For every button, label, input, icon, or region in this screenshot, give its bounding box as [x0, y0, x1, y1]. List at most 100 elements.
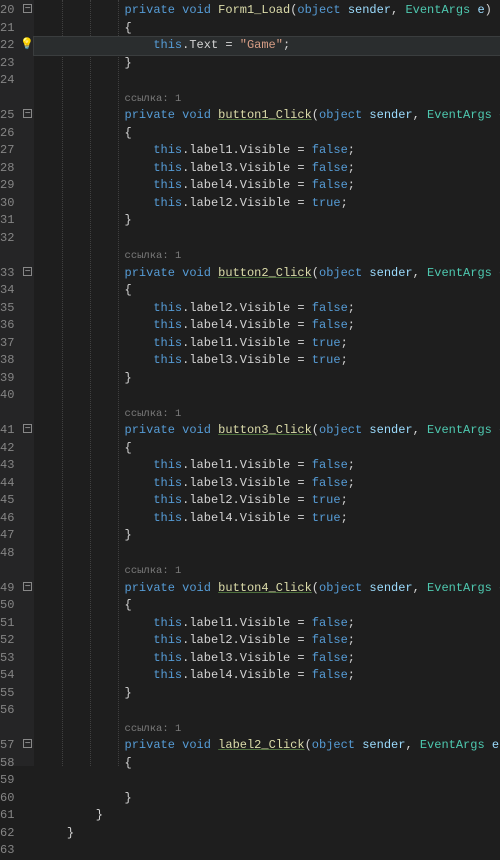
- line-number[interactable]: 32: [0, 230, 20, 248]
- line-number[interactable]: 35: [0, 300, 20, 318]
- line-number[interactable]: 53: [0, 650, 20, 668]
- line-number[interactable]: [0, 247, 20, 265]
- lightbulb-icon[interactable]: 💡: [20, 39, 34, 51]
- line-number[interactable]: 58: [0, 755, 20, 773]
- code-line[interactable]: this.label4.Visible = false;: [34, 177, 500, 195]
- codelens-line[interactable]: ссылка: 1: [34, 90, 500, 108]
- code-line[interactable]: this.label2.Visible = true;: [34, 492, 500, 510]
- fold-toggle-icon[interactable]: [23, 109, 32, 118]
- line-number[interactable]: 31: [0, 212, 20, 230]
- code-line[interactable]: private void button4_Click(object sender…: [34, 580, 500, 598]
- code-line[interactable]: this.label1.Visible = false;: [34, 142, 500, 160]
- code-line[interactable]: private void button1_Click(object sender…: [34, 107, 500, 125]
- code-line[interactable]: this.label1.Visible = false;: [34, 457, 500, 475]
- line-number[interactable]: 22: [0, 37, 20, 55]
- line-number-gutter[interactable]: 2021222324252627282930313233343536373839…: [0, 0, 20, 766]
- line-number[interactable]: 33: [0, 265, 20, 283]
- code-line[interactable]: {: [34, 20, 500, 38]
- line-number[interactable]: 36: [0, 317, 20, 335]
- code-line[interactable]: [34, 702, 500, 720]
- fold-cell[interactable]: [20, 107, 34, 125]
- code-line[interactable]: this.label4.Visible = false;: [34, 317, 500, 335]
- line-number[interactable]: 54: [0, 667, 20, 685]
- line-number[interactable]: 40: [0, 387, 20, 405]
- code-line[interactable]: [34, 842, 500, 860]
- codelens-line[interactable]: ссылка: 1: [34, 562, 500, 580]
- code-line[interactable]: }: [34, 685, 500, 703]
- code-area[interactable]: private void Form1_Load(object sender, E…: [34, 0, 500, 766]
- code-line[interactable]: this.Text = "Game";: [34, 37, 500, 55]
- fold-cell[interactable]: [20, 265, 34, 283]
- folding-column[interactable]: 💡: [20, 0, 34, 766]
- code-line[interactable]: }: [34, 370, 500, 388]
- line-number[interactable]: 45: [0, 492, 20, 510]
- fold-toggle-icon[interactable]: [23, 424, 32, 433]
- line-number[interactable]: 25: [0, 107, 20, 125]
- line-number[interactable]: 46: [0, 510, 20, 528]
- line-number[interactable]: 63: [0, 842, 20, 860]
- code-line[interactable]: this.label4.Visible = true;: [34, 510, 500, 528]
- line-number[interactable]: 47: [0, 527, 20, 545]
- fold-cell[interactable]: [20, 737, 34, 755]
- line-number[interactable]: 43: [0, 457, 20, 475]
- code-line[interactable]: this.label2.Visible = false;: [34, 632, 500, 650]
- line-number[interactable]: 20: [0, 2, 20, 20]
- code-line[interactable]: {: [34, 440, 500, 458]
- code-line[interactable]: }: [34, 212, 500, 230]
- line-number[interactable]: 41: [0, 422, 20, 440]
- code-line[interactable]: [34, 387, 500, 405]
- fold-cell[interactable]: [20, 422, 34, 440]
- line-number[interactable]: [0, 720, 20, 738]
- codelens-line[interactable]: ссылка: 1: [34, 247, 500, 265]
- line-number[interactable]: 62: [0, 825, 20, 843]
- line-number[interactable]: 44: [0, 475, 20, 493]
- line-number[interactable]: 34: [0, 282, 20, 300]
- code-line[interactable]: }: [34, 527, 500, 545]
- codelens-line[interactable]: ссылка: 1: [34, 720, 500, 738]
- line-number[interactable]: 42: [0, 440, 20, 458]
- code-line[interactable]: private void Form1_Load(object sender, E…: [34, 2, 500, 20]
- code-line[interactable]: [34, 72, 500, 90]
- code-line[interactable]: }: [34, 55, 500, 73]
- code-line[interactable]: {: [34, 597, 500, 615]
- code-line[interactable]: this.label1.Visible = true;: [34, 335, 500, 353]
- line-number[interactable]: 60: [0, 790, 20, 808]
- code-line[interactable]: [34, 230, 500, 248]
- line-number[interactable]: 49: [0, 580, 20, 598]
- line-number[interactable]: 57: [0, 737, 20, 755]
- code-line[interactable]: this.label1.Visible = false;: [34, 615, 500, 633]
- codelens-line[interactable]: ссылка: 1: [34, 405, 500, 423]
- line-number[interactable]: 23: [0, 55, 20, 73]
- code-line[interactable]: this.label2.Visible = false;: [34, 300, 500, 318]
- fold-toggle-icon[interactable]: [23, 582, 32, 591]
- line-number[interactable]: 30: [0, 195, 20, 213]
- line-number[interactable]: 61: [0, 807, 20, 825]
- line-number[interactable]: 55: [0, 685, 20, 703]
- line-number[interactable]: 39: [0, 370, 20, 388]
- code-line[interactable]: this.label3.Visible = false;: [34, 160, 500, 178]
- line-number[interactable]: 28: [0, 160, 20, 178]
- code-line[interactable]: {: [34, 755, 500, 773]
- code-line[interactable]: private void label2_Click(object sender,…: [34, 737, 500, 755]
- code-line[interactable]: }: [34, 825, 500, 843]
- code-line[interactable]: }: [34, 807, 500, 825]
- line-number[interactable]: 24: [0, 72, 20, 90]
- code-line[interactable]: this.label3.Visible = true;: [34, 352, 500, 370]
- fold-toggle-icon[interactable]: [23, 739, 32, 748]
- line-number[interactable]: 37: [0, 335, 20, 353]
- line-number[interactable]: 48: [0, 545, 20, 563]
- line-number[interactable]: 29: [0, 177, 20, 195]
- fold-toggle-icon[interactable]: [23, 4, 32, 13]
- line-number[interactable]: 59: [0, 772, 20, 790]
- line-number[interactable]: 52: [0, 632, 20, 650]
- fold-toggle-icon[interactable]: [23, 267, 32, 276]
- code-line[interactable]: this.label4.Visible = false;: [34, 667, 500, 685]
- code-editor[interactable]: 2021222324252627282930313233343536373839…: [0, 0, 500, 766]
- line-number[interactable]: 21: [0, 20, 20, 38]
- line-number[interactable]: 38: [0, 352, 20, 370]
- code-line[interactable]: {: [34, 282, 500, 300]
- code-line[interactable]: this.label3.Visible = false;: [34, 650, 500, 668]
- code-line[interactable]: this.label2.Visible = true;: [34, 195, 500, 213]
- line-number[interactable]: [0, 90, 20, 108]
- code-line[interactable]: private void button2_Click(object sender…: [34, 265, 500, 283]
